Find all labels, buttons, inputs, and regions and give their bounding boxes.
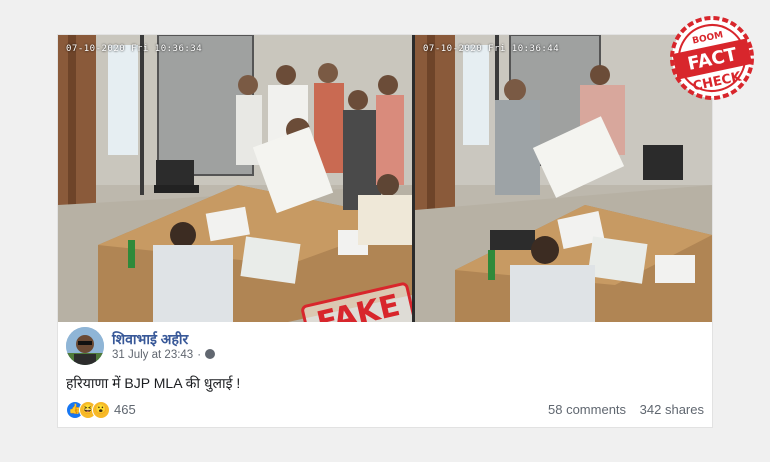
wow-reaction-icon: 😮 xyxy=(92,401,110,419)
post-timestamp[interactable]: 31 July at 23:43 xyxy=(112,349,193,361)
post-stats: 58 comments 342 shares xyxy=(548,402,704,417)
meta-separator: · xyxy=(197,349,202,361)
shares-count[interactable]: 342 shares xyxy=(640,402,704,417)
comments-count[interactable]: 58 comments xyxy=(548,402,626,417)
cctv-frame-left: 07-10-2020 Fri 10:36:34 FAKE xyxy=(58,35,412,322)
fact-check-badge: BOOM FACT CHECK xyxy=(668,14,756,102)
globe-icon[interactable] xyxy=(205,349,216,359)
post-meta: 31 July at 23:43 · xyxy=(112,349,216,361)
cctv-scene-left xyxy=(58,35,412,322)
facebook-post-card: 07-10-2020 Fri 10:36:34 FAKE 07-10-2020 … xyxy=(58,35,712,427)
post-media[interactable]: 07-10-2020 Fri 10:36:34 FAKE 07-10-2020 … xyxy=(58,35,712,322)
reaction-count: 465 xyxy=(114,402,136,417)
cctv-timestamp-right: 07-10-2020 Fri 10:36:44 xyxy=(423,44,560,54)
avatar-image xyxy=(66,327,104,365)
post-header: शिवाभाई अहीर 31 July at 23:43 · xyxy=(66,327,666,367)
avatar[interactable] xyxy=(66,327,104,365)
cctv-timestamp-left: 07-10-2020 Fri 10:36:34 xyxy=(66,44,203,54)
post-text: हरियाणा में BJP MLA की धुलाई ! xyxy=(66,375,241,391)
post-author-name[interactable]: शिवाभाई अहीर xyxy=(112,330,188,349)
fact-check-seal: BOOM FACT CHECK xyxy=(670,16,754,100)
